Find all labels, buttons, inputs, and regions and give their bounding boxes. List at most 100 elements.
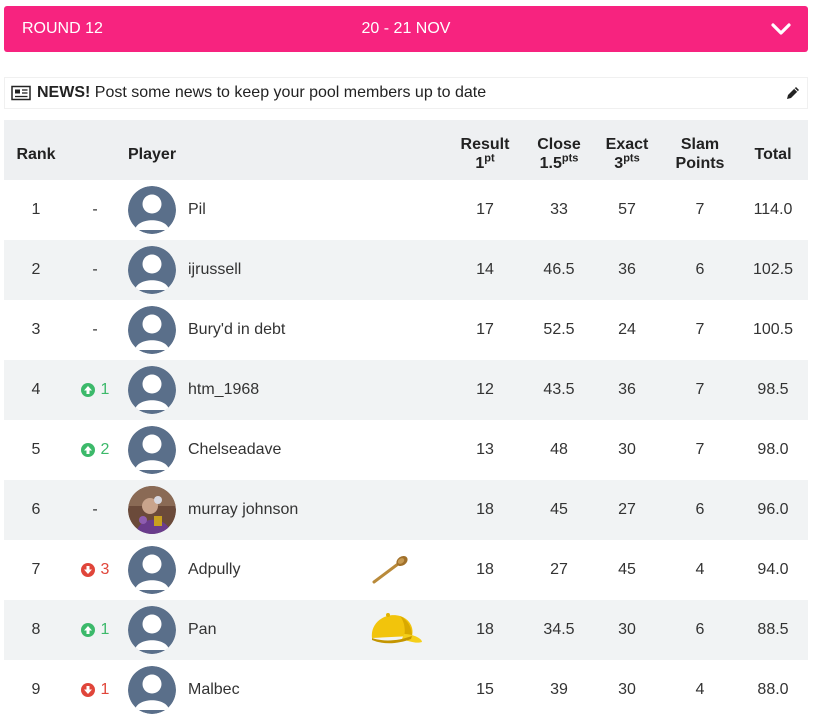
arrow-up-icon xyxy=(80,383,95,397)
rank-cell: 8 xyxy=(31,621,41,638)
avatar[interactable] xyxy=(128,546,176,594)
table-row[interactable]: 2 - ijrussell 14 46.5 36 6 102.5 xyxy=(4,240,808,300)
player-name[interactable]: Bury'd in debt xyxy=(188,300,388,360)
result-cell: 18 xyxy=(476,621,494,638)
movement-cell: 1 xyxy=(74,360,116,420)
table-row[interactable]: 5 2 Chelseadave 13 48 30 7 98.0 xyxy=(4,420,808,480)
arrow-down-icon xyxy=(80,563,95,577)
total-cell: 98.0 xyxy=(757,441,789,458)
exact-cell: 36 xyxy=(618,381,636,398)
rank-change: 1 xyxy=(100,681,110,698)
header-result-label: Result xyxy=(460,136,510,153)
rank-change: 1 xyxy=(100,621,110,638)
table-row[interactable]: 1 - Pil 17 33 57 7 114.0 xyxy=(4,180,808,240)
total-cell: 88.5 xyxy=(757,621,789,638)
header-rank[interactable]: Rank xyxy=(16,145,56,164)
close-cell: 46.5 xyxy=(543,261,575,278)
close-cell: 43.5 xyxy=(543,381,575,398)
rank-cell: 9 xyxy=(31,681,41,698)
player-name[interactable]: Pil xyxy=(188,180,388,240)
exact-cell: 36 xyxy=(618,261,636,278)
player-name[interactable]: Malbec xyxy=(188,660,388,720)
header-slam[interactable]: Slam Points xyxy=(665,135,735,173)
slam-points-cell: 6 xyxy=(695,261,705,278)
table-row[interactable]: 4 1 htm_1968 12 43.5 36 7 98.5 xyxy=(4,360,808,420)
total-cell: 102.5 xyxy=(752,261,794,278)
avatar[interactable] xyxy=(128,666,176,714)
player-name[interactable]: htm_1968 xyxy=(188,360,388,420)
total-cell: 96.0 xyxy=(757,501,789,518)
round-header[interactable]: ROUND 12 20 - 21 NOV xyxy=(4,6,808,52)
slam-points-cell: 6 xyxy=(695,501,705,518)
header-result[interactable]: Result 1pt xyxy=(450,135,520,173)
avatar[interactable] xyxy=(128,306,176,354)
rank-change: - xyxy=(92,501,98,518)
round-label: ROUND 12 xyxy=(22,20,103,37)
newspaper-icon xyxy=(11,85,31,101)
yellow-cap-icon xyxy=(364,610,424,650)
table-row[interactable]: 9 1 Malbec 15 39 30 4 88.0 xyxy=(4,660,808,720)
player-name[interactable]: Adpully xyxy=(188,540,388,600)
table-header: Rank Player Result 1pt Close 1.5pts Exac… xyxy=(4,120,808,181)
result-cell: 17 xyxy=(476,321,494,338)
slam-points-cell: 6 xyxy=(695,621,705,638)
pencil-icon[interactable] xyxy=(785,85,801,101)
exact-cell: 45 xyxy=(618,561,636,578)
table-row[interactable]: 7 3 Adpully 18 27 45 4 94.0 xyxy=(4,540,808,600)
rank-cell: 4 xyxy=(31,381,41,398)
movement-cell: 2 xyxy=(74,420,116,480)
movement-cell: 1 xyxy=(74,600,116,660)
slam-points-cell: 7 xyxy=(695,381,705,398)
rank-cell: 7 xyxy=(31,561,41,578)
result-cell: 18 xyxy=(476,501,494,518)
news-banner: NEWS! Post some news to keep your pool m… xyxy=(4,77,808,109)
avatar[interactable] xyxy=(128,486,176,534)
result-cell: 18 xyxy=(476,561,494,578)
header-exact[interactable]: Exact 3pts xyxy=(592,135,662,173)
result-cell: 12 xyxy=(476,381,494,398)
table-row[interactable]: 8 1 Pan 18 34.5 30 6 88.5 xyxy=(4,600,808,660)
total-cell: 94.0 xyxy=(757,561,789,578)
close-cell: 34.5 xyxy=(543,621,575,638)
rank-cell: 1 xyxy=(31,201,41,218)
chevron-down-icon[interactable] xyxy=(770,20,792,38)
player-name[interactable]: Pan xyxy=(188,600,388,660)
exact-cell: 24 xyxy=(618,321,636,338)
player-name[interactable]: ijrussell xyxy=(188,240,388,300)
movement-cell: - xyxy=(74,240,116,300)
close-cell: 39 xyxy=(550,681,568,698)
slam-points-cell: 7 xyxy=(695,201,705,218)
rank-change: 2 xyxy=(100,441,110,458)
exact-cell: 30 xyxy=(618,441,636,458)
leaderboard-table: Rank Player Result 1pt Close 1.5pts Exac… xyxy=(4,120,808,721)
header-result-unit: pt xyxy=(484,152,495,165)
header-slam-line2: Points xyxy=(675,155,725,172)
movement-cell: - xyxy=(74,180,116,240)
avatar[interactable] xyxy=(128,426,176,474)
table-row[interactable]: 6 - murray johnson 18 45 27 6 96.0 xyxy=(4,480,808,540)
total-cell: 100.5 xyxy=(752,321,794,338)
header-close[interactable]: Close 1.5pts xyxy=(524,135,594,173)
rank-change: 3 xyxy=(100,561,110,578)
header-player[interactable]: Player xyxy=(128,145,188,164)
avatar[interactable] xyxy=(128,366,176,414)
header-close-points: 1.5 xyxy=(539,155,562,172)
arrow-up-icon xyxy=(80,623,95,637)
rank-change: - xyxy=(92,321,98,338)
avatar[interactable] xyxy=(128,186,176,234)
news-text: NEWS! Post some news to keep your pool m… xyxy=(37,84,486,102)
avatar[interactable] xyxy=(128,606,176,654)
header-close-label: Close xyxy=(537,136,581,153)
total-cell: 88.0 xyxy=(757,681,789,698)
table-row[interactable]: 3 - Bury'd in debt 17 52.5 24 7 100.5 xyxy=(4,300,808,360)
total-cell: 98.5 xyxy=(757,381,789,398)
close-cell: 48 xyxy=(550,441,568,458)
news-label: NEWS! xyxy=(37,84,91,101)
header-total[interactable]: Total xyxy=(744,145,802,164)
player-name[interactable]: murray johnson xyxy=(188,480,388,540)
avatar[interactable] xyxy=(128,246,176,294)
exact-cell: 27 xyxy=(618,501,636,518)
player-name[interactable]: Chelseadave xyxy=(188,420,388,480)
movement-cell: - xyxy=(74,300,116,360)
news-message: Post some news to keep your pool members… xyxy=(94,84,487,101)
